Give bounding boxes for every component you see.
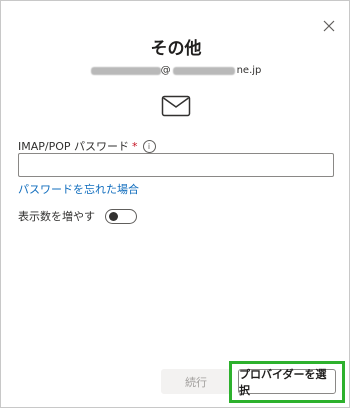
redacted-username [90,66,161,75]
close-icon [323,20,335,32]
dialog: その他 @ ne.jp IMAP/POP パスワード * i パスワードを忘れた… [0,0,350,408]
account-email: @ ne.jp [1,65,350,76]
show-more-label: 表示数を増やす [18,210,95,223]
redacted-domain [172,66,235,75]
email-at: @ [160,65,171,76]
mail-icon [161,95,191,117]
continue-button[interactable]: 続行 [161,369,231,394]
info-icon[interactable]: i [142,139,156,153]
password-input[interactable] [18,153,334,177]
dialog-title: その他 [150,39,202,59]
email-domain: ne.jp [236,65,262,76]
password-label: IMAP/POP パスワード * i [18,138,156,154]
required-mark: * [132,139,138,153]
show-more-toggle[interactable] [105,208,137,224]
select-provider-button[interactable]: プロバイダーを選択 [238,368,336,397]
forgot-password-link[interactable]: パスワードを忘れた場合 [18,181,139,197]
password-label-text: IMAP/POP パスワード [18,140,130,153]
toggle-knob [109,211,118,221]
show-more-row: 表示数を増やす [18,208,137,224]
